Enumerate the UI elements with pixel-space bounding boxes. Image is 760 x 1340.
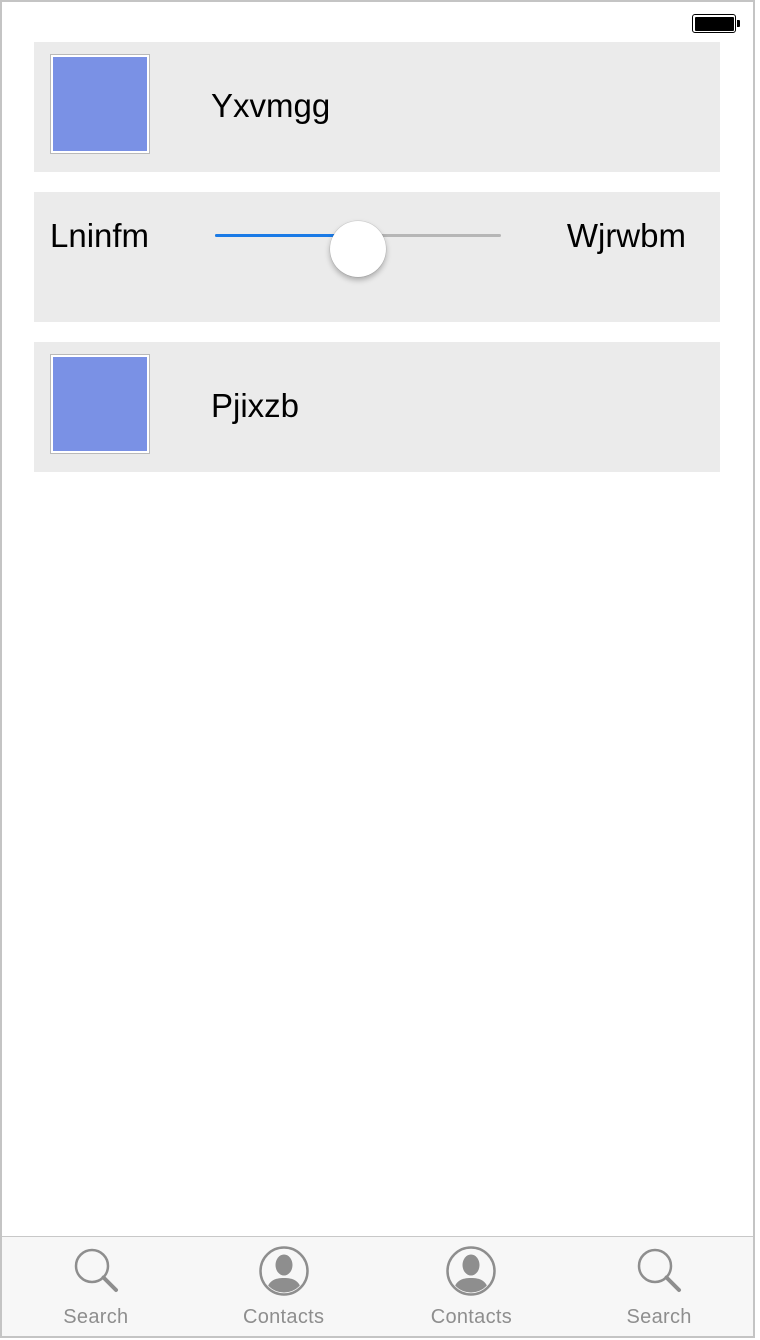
tab-contacts[interactable]: Contacts [190, 1237, 378, 1336]
tab-bar: Search Contacts Contacts Search [2, 1236, 753, 1336]
row-title: Pjixzb [211, 387, 300, 424]
tab-label: Search [626, 1306, 692, 1328]
slider-knob[interactable] [330, 221, 386, 277]
thumbnail-fill [53, 57, 147, 151]
tab-search[interactable]: Search [2, 1237, 190, 1336]
search-icon [637, 1248, 682, 1292]
thumbnail-image [50, 354, 150, 454]
thumbnail-image [50, 54, 150, 154]
tab-label: Contacts [430, 1306, 513, 1328]
phone-screen: Yxvmgg Lninfm Wjrwbm Pjixzb Search Conta… [0, 0, 755, 1338]
battery-level [694, 16, 734, 31]
search-icon [74, 1248, 118, 1292]
list-item-image[interactable]: Pjixzb [34, 342, 720, 472]
tab-contacts[interactable]: Contacts [378, 1237, 566, 1336]
contacts-icon [446, 1246, 497, 1296]
thumbnail-fill [53, 357, 147, 451]
list-item-image[interactable]: Yxvmgg [34, 42, 720, 172]
slider-min-label: Lninfm [50, 217, 150, 254]
battery-icon [692, 14, 740, 33]
tab-label: Contacts [242, 1306, 325, 1328]
list-item-slider: Lninfm Wjrwbm [34, 192, 720, 322]
tab-search[interactable]: Search [565, 1237, 753, 1336]
slider[interactable] [215, 220, 501, 277]
status-bar [2, 2, 753, 42]
row-title: Yxvmgg [211, 87, 331, 124]
slider-max-label: Wjrwbm [566, 217, 686, 254]
tab-label: Search [63, 1306, 129, 1328]
slider-track[interactable] [215, 221, 501, 277]
contacts-icon [258, 1246, 309, 1296]
